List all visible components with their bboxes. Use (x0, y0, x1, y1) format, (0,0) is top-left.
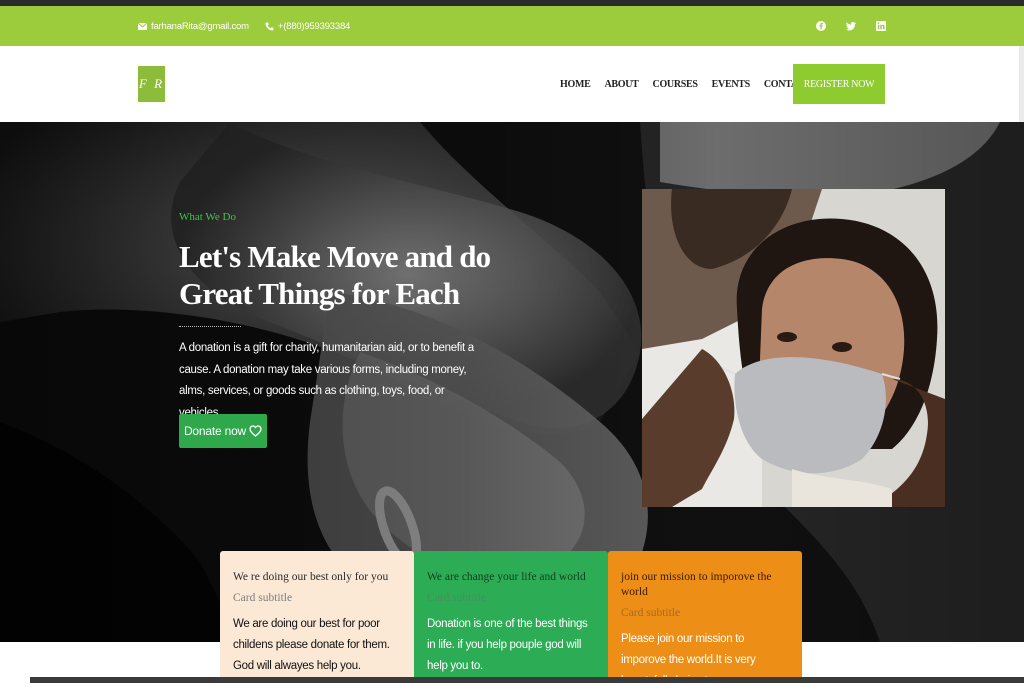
feature-card[interactable]: We are change your life and world Card s… (414, 551, 608, 683)
card-subtitle: Card subtitle (233, 592, 293, 604)
card-subtitle: Card subtitle (427, 592, 487, 604)
linkedin-icon[interactable] (876, 21, 886, 31)
phone-text: +(880)959393384 (277, 20, 351, 32)
nav-about[interactable]: ABOUT (604, 79, 638, 90)
main-navbar: F R HOME ABOUT COURSES EVENTS CONTACT RE… (0, 46, 1024, 122)
child-with-mask-photo (642, 189, 945, 507)
donate-now-button[interactable]: Donate now (179, 414, 267, 448)
card-title: We are change your life and world (427, 571, 586, 583)
donate-label: Donate now (183, 424, 247, 438)
card-text: We are doing our best for poor childens … (233, 618, 390, 672)
card-title: We re doing our best only for you (233, 571, 389, 583)
card-title: join our mission to imporove the world (621, 571, 772, 598)
hero-headline: Let's Make Move and do Great Things for … (179, 238, 509, 312)
email-item[interactable]: farhanaRita@gmail.com (138, 21, 249, 32)
hero-headline-line1: Let's Make Move and do (179, 239, 491, 274)
feature-cards: We re doing our best only for you Card s… (220, 551, 802, 687)
envelope-icon (138, 22, 147, 30)
card-subtitle: Card subtitle (621, 607, 681, 619)
nav-courses[interactable]: COURSES (653, 79, 698, 90)
top-contact-bar: farhanaRita@gmail.com +(880)959393384 (0, 6, 1024, 46)
phone-icon (265, 22, 274, 30)
feature-card[interactable]: We re doing our best only for you Card s… (220, 551, 414, 683)
heart-icon (249, 425, 262, 437)
twitter-icon[interactable] (846, 21, 856, 31)
social-links (816, 6, 886, 46)
feature-card[interactable]: join our mission to imporove the world C… (608, 551, 802, 687)
scrollbar-track[interactable] (1019, 46, 1024, 122)
card-text: Donation is one of the best things in li… (427, 618, 588, 672)
hero-description: A donation is a gift for charity, humani… (179, 342, 474, 419)
hero-headline-line2: Great Things for Each (179, 276, 460, 311)
facebook-icon[interactable] (816, 21, 826, 31)
hero-eyebrow: What We Do (179, 211, 236, 223)
window-bottom-bar (30, 677, 1024, 683)
register-now-button[interactable]: REGISTER NOW (793, 64, 885, 104)
contact-info: farhanaRita@gmail.com +(880)959393384 (138, 6, 350, 46)
site-logo[interactable]: F R (138, 66, 165, 102)
nav-events[interactable]: EVENTS (712, 79, 751, 90)
phone-item[interactable]: +(880)959393384 (265, 21, 350, 32)
email-text: farhanaRita@gmail.com (151, 20, 249, 32)
nav-home[interactable]: HOME (560, 79, 591, 90)
hero-divider (179, 326, 241, 327)
nav-links: HOME ABOUT COURSES EVENTS CONTACT (560, 46, 811, 122)
